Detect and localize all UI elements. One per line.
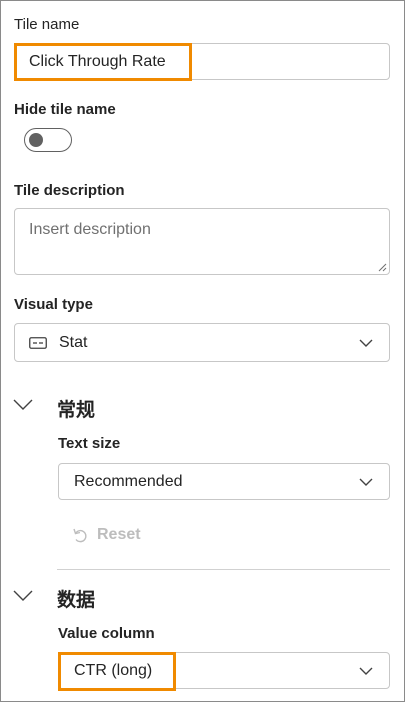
- visual-type-value: Stat: [59, 333, 88, 351]
- visual-type-label: Visual type: [14, 296, 93, 313]
- hide-tile-name-toggle[interactable]: [24, 128, 72, 152]
- chevron-down-icon: [359, 667, 373, 675]
- text-size-label: Text size: [58, 435, 121, 452]
- tile-name-highlight: [14, 43, 192, 81]
- chevron-down-icon: [359, 478, 373, 486]
- reset-icon: [73, 528, 87, 543]
- reset-label: Reset: [97, 526, 141, 543]
- reset-button[interactable]: Reset: [71, 526, 141, 544]
- toggle-knob: [29, 133, 43, 147]
- hide-tile-name-label: Hide tile name: [14, 101, 116, 118]
- tile-description-input[interactable]: Insert description: [14, 208, 390, 275]
- text-size-dropdown[interactable]: Recommended: [58, 463, 390, 500]
- chevron-down-icon: [359, 339, 373, 347]
- text-size-value: Recommended: [74, 472, 183, 490]
- data-section-title: 数据: [57, 589, 96, 611]
- tile-description-placeholder: Insert description: [29, 221, 151, 238]
- value-column-label: Value column: [58, 625, 155, 642]
- data-section-collapse-icon[interactable]: [13, 590, 33, 602]
- stat-icon: [29, 336, 47, 349]
- value-column-highlight: [58, 652, 176, 691]
- visual-type-dropdown[interactable]: Stat: [14, 323, 390, 362]
- general-section-collapse-icon[interactable]: [13, 399, 33, 411]
- section-divider: [57, 569, 390, 570]
- tile-description-label: Tile description: [14, 182, 125, 199]
- resize-handle-icon[interactable]: [378, 263, 387, 272]
- tile-name-label: Tile name: [14, 16, 80, 33]
- general-section-title: 常规: [57, 399, 96, 421]
- properties-panel: Tile name Click Through Rate Hide tile n…: [0, 0, 405, 702]
